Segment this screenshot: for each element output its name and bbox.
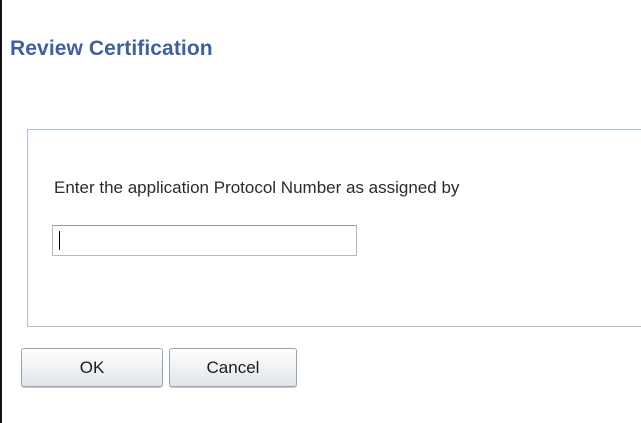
protocol-number-panel: Enter the application Protocol Number as… [27,129,641,327]
protocol-number-input[interactable] [52,225,357,256]
ok-button[interactable]: OK [21,348,163,387]
text-cursor [59,231,60,250]
cancel-button[interactable]: Cancel [169,348,297,387]
dialog-title: Review Certification [10,37,213,60]
protocol-number-label: Enter the application Protocol Number as… [54,178,460,197]
review-certification-dialog: Review Certification Enter the applicati… [0,0,641,423]
